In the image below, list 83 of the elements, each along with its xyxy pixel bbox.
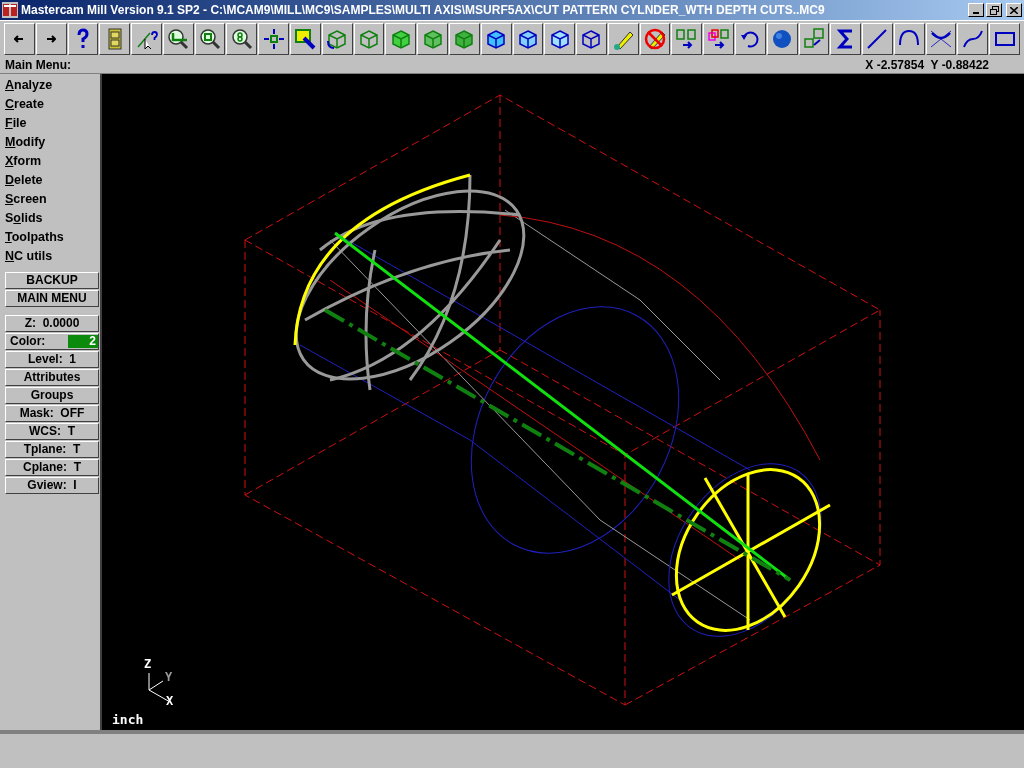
toolbar-button[interactable] bbox=[957, 22, 989, 55]
menu-item[interactable]: File bbox=[5, 114, 98, 133]
color-swatch: 2 bbox=[68, 335, 98, 348]
menu-item[interactable]: Solids bbox=[5, 209, 98, 228]
axis-triad-icon bbox=[148, 672, 171, 703]
toolbar-button[interactable] bbox=[703, 22, 734, 55]
color-setting[interactable]: Color: 2 bbox=[5, 333, 99, 350]
toolbar-button[interactable] bbox=[607, 22, 639, 55]
toolbar-button[interactable] bbox=[639, 22, 671, 55]
menu-item[interactable]: NC utils bbox=[5, 247, 98, 266]
minimize-icon bbox=[973, 12, 979, 14]
toolbar-button[interactable] bbox=[798, 22, 830, 55]
toolbar-button[interactable] bbox=[512, 22, 544, 55]
line-icon bbox=[865, 26, 890, 51]
menu-button[interactable]: Level: 1 bbox=[5, 351, 99, 368]
menu-button[interactable]: Attributes bbox=[5, 369, 99, 386]
toolbar-button[interactable] bbox=[35, 22, 67, 55]
color-label: Color: bbox=[10, 334, 46, 349]
toolbar-button[interactable] bbox=[893, 22, 925, 55]
toolbar-button[interactable] bbox=[862, 22, 893, 55]
cursor-coordinates: X -2.57854 Y -0.88422 bbox=[865, 56, 989, 74]
toolbar-button[interactable] bbox=[830, 22, 862, 55]
forward-arrow-icon bbox=[46, 34, 57, 43]
axis-label: Z bbox=[144, 657, 152, 671]
pan-arrows-icon bbox=[261, 26, 286, 51]
zoom-window-icon bbox=[166, 26, 191, 51]
menu-button[interactable]: MAIN MENU bbox=[5, 290, 99, 307]
menu-item[interactable]: Toolpaths bbox=[5, 228, 98, 247]
menu-item[interactable]: Analyze bbox=[5, 76, 98, 95]
restore-button[interactable] bbox=[986, 3, 1002, 17]
zoom-fit-icon bbox=[229, 26, 254, 51]
toolbar-button[interactable] bbox=[321, 22, 353, 55]
menu-button[interactable]: Z: 0.0000 bbox=[5, 315, 99, 332]
axis-label: X bbox=[166, 694, 174, 708]
solid-cubes-icon bbox=[801, 26, 826, 51]
menu-button[interactable]: WCS: T bbox=[5, 423, 99, 440]
toolbar-button[interactable] bbox=[544, 22, 576, 55]
minimize-button[interactable] bbox=[968, 3, 984, 17]
window-title: Mastercam Mill Version 9.1 SP2 - C:\MCAM9\MILL\MC9\SAMPLES\MULTI AXIS\MSURF5AX\CUT PATTERN CYLNDER_WTH DEPTH CUTS..MC9 bbox=[21, 2, 826, 19]
toolbar-button[interactable] bbox=[226, 22, 258, 55]
toolbar-button[interactable] bbox=[734, 22, 766, 55]
menu-button[interactable]: Groups bbox=[5, 387, 99, 404]
menu-item[interactable]: Xform bbox=[5, 152, 98, 171]
menu-button[interactable]: BACKUP bbox=[5, 272, 99, 289]
move-rectangles-icon bbox=[674, 26, 699, 51]
app-icon bbox=[2, 2, 18, 18]
menu-button[interactable]: Tplane: T bbox=[5, 441, 99, 458]
menu-item[interactable]: Screen bbox=[5, 190, 98, 209]
toolbar-button[interactable] bbox=[766, 22, 798, 55]
menu-title: Main Menu: bbox=[5, 56, 71, 74]
zoom-icon bbox=[198, 26, 223, 51]
menu-button[interactable]: Mask: OFF bbox=[5, 405, 99, 422]
toolbar-button[interactable] bbox=[162, 22, 194, 55]
toolbar-button[interactable] bbox=[194, 22, 226, 55]
close-button[interactable] bbox=[1006, 3, 1022, 17]
toolbar-button[interactable] bbox=[258, 22, 290, 55]
close-icon bbox=[1010, 6, 1018, 14]
toolbar-button[interactable] bbox=[576, 22, 607, 55]
menu-item[interactable]: Create bbox=[5, 95, 98, 114]
menu-item[interactable]: Modify bbox=[5, 133, 98, 152]
toolbar-button[interactable] bbox=[671, 22, 703, 55]
toolbar-button[interactable] bbox=[417, 22, 448, 55]
toolbar-button[interactable] bbox=[131, 22, 162, 55]
no-pencil-icon bbox=[643, 26, 667, 51]
axis-label: Y bbox=[165, 670, 173, 684]
menu-button[interactable]: Gview: I bbox=[5, 477, 99, 494]
toolbar-button[interactable] bbox=[925, 22, 957, 55]
menu-button[interactable]: Cplane: T bbox=[5, 459, 99, 476]
restore-icon bbox=[989, 5, 999, 15]
menu-item[interactable]: Delete bbox=[5, 171, 98, 190]
paint-brush-icon bbox=[293, 26, 318, 51]
toolbar-button[interactable] bbox=[4, 22, 35, 55]
units-label: inch bbox=[112, 712, 144, 727]
toolbar-button[interactable] bbox=[989, 22, 1020, 55]
toolbar-button[interactable] bbox=[448, 22, 480, 55]
toolbar-button[interactable] bbox=[353, 22, 385, 55]
toolbar-button[interactable] bbox=[67, 22, 99, 55]
toolbar-button[interactable] bbox=[480, 22, 512, 55]
toolbar-button[interactable] bbox=[290, 22, 321, 55]
copy-rectangles-icon bbox=[706, 26, 731, 51]
toolbar-button[interactable] bbox=[385, 22, 417, 55]
toolbar-button[interactable] bbox=[99, 22, 131, 55]
back-arrow-icon bbox=[14, 34, 25, 43]
